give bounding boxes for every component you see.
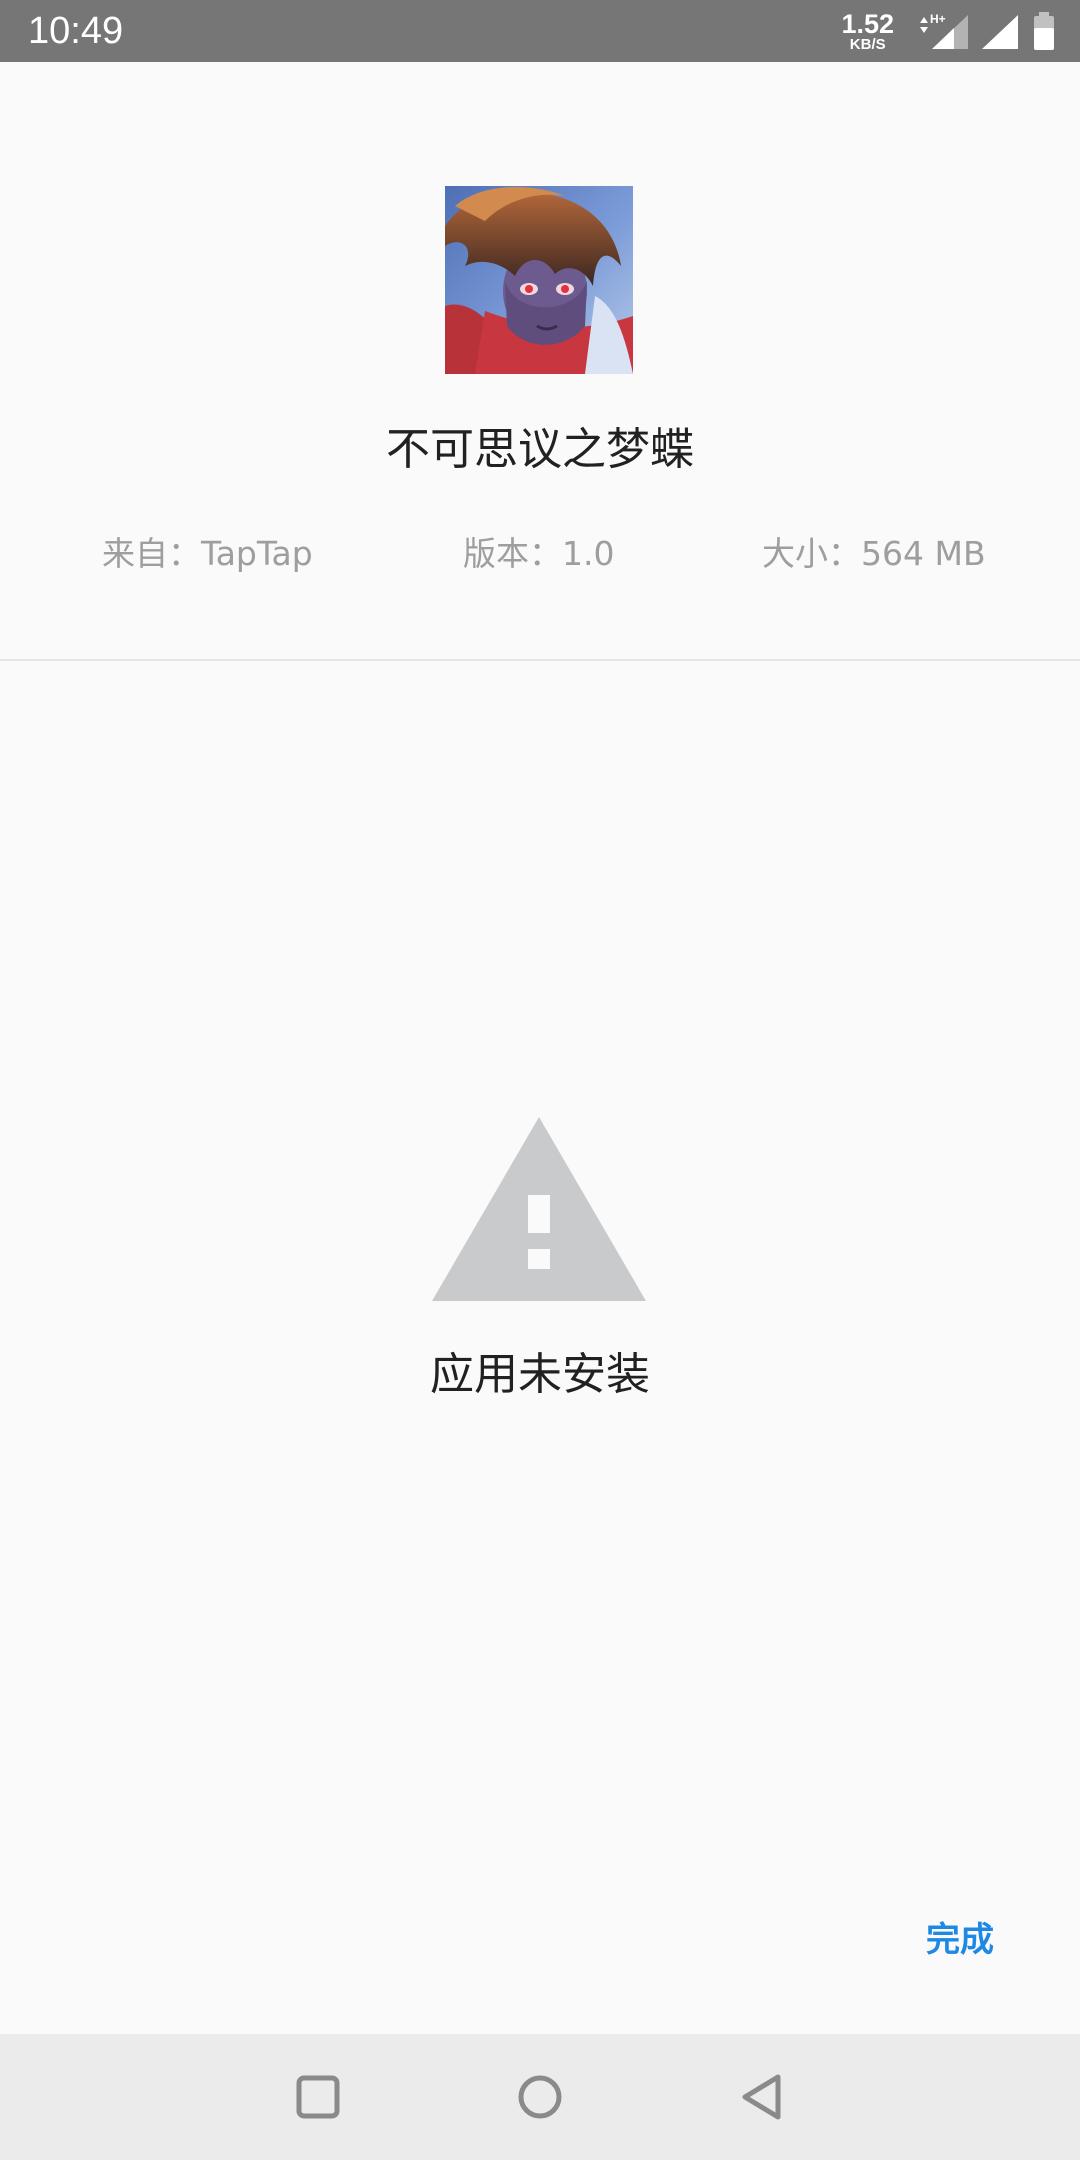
warning-icon [432, 1117, 646, 1301]
network-speed: 1.52 KB/S [841, 8, 894, 53]
back-icon [742, 2074, 781, 2120]
recents-icon [296, 2075, 340, 2119]
install-result-message: 应用未安装 [430, 1349, 650, 1400]
home-button[interactable] [500, 2062, 580, 2132]
back-button[interactable] [722, 2062, 802, 2132]
app-source: 来自：TapTap [102, 534, 313, 573]
signal-icon [982, 15, 1018, 49]
app-version: 版本：1.0 [463, 534, 615, 573]
network-speed-value: 1.52 [841, 8, 894, 39]
done-button[interactable]: 完成 [900, 1905, 1020, 1975]
app-icon [445, 186, 633, 374]
recents-button[interactable] [278, 2062, 358, 2132]
battery-icon [1034, 12, 1054, 50]
network-speed-unit: KB/S [849, 35, 886, 53]
signal-h-plus-icon: H+ [920, 12, 968, 49]
header-divider [0, 659, 1080, 661]
status-icons: 1.52 KB/S H+ [841, 6, 1058, 56]
app-name: 不可思议之梦蝶 [386, 424, 694, 475]
network-type-label: H+ [930, 12, 946, 26]
app-info-header: 不可思议之梦蝶 来自：TapTap 版本：1.0 大小：564 MB [0, 62, 1080, 660]
status-bar: 10:49 1.52 KB/S H+ [0, 0, 1080, 62]
status-time: 10:49 [28, 10, 124, 52]
navigation-bar [0, 2034, 1080, 2160]
home-icon [518, 2075, 562, 2119]
app-size: 大小：564 MB [762, 534, 986, 573]
